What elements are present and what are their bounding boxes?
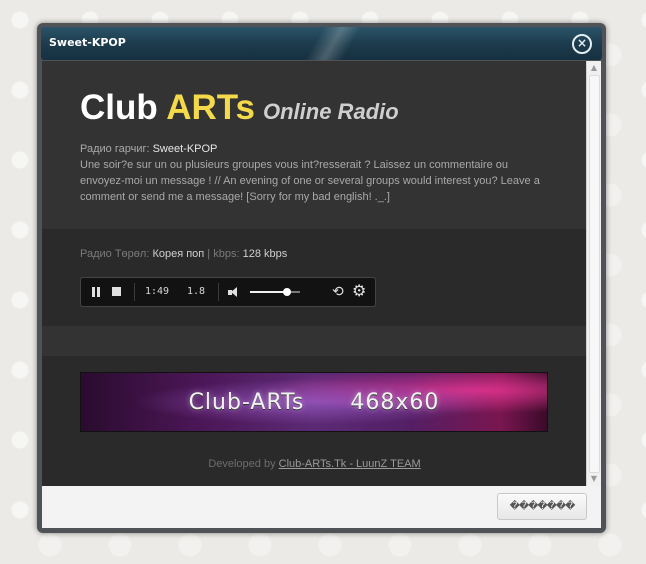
genre-label: Радио Төрөл: xyxy=(80,248,153,260)
station-title-label: Радио гарчиг: xyxy=(80,143,153,155)
kbps-label: kbps: xyxy=(213,248,243,260)
vertical-scrollbar[interactable]: ▲ ▼ xyxy=(586,61,601,486)
content-area: Club ARTs Online Radio Радио гарчиг: Swee… xyxy=(42,61,601,486)
station-title-value: Sweet-KPOP xyxy=(152,143,218,155)
kbps-value: 128 kbps xyxy=(242,248,288,260)
logo-club: Club xyxy=(80,88,167,127)
playback-rate: 1.8 xyxy=(187,286,206,297)
gear-icon[interactable]: ⚙ xyxy=(352,283,366,299)
stop-icon[interactable] xyxy=(112,287,121,296)
banner-section: Club-ARTs 468x60 Developed by Club-ARTs.T… xyxy=(42,356,587,486)
window-title: Sweet-KPOP xyxy=(49,36,126,49)
description-text: Une soir?e sur un ou plusieurs groupes v… xyxy=(80,159,540,203)
credits-prefix: Developed by xyxy=(208,458,279,470)
audio-player: 1:49 1.8 ⟲ ⚙ xyxy=(80,277,376,307)
scroll-up-icon[interactable]: ▲ xyxy=(589,63,599,73)
volume-fill xyxy=(250,291,287,293)
close-icon: × xyxy=(576,36,588,50)
logo-subtitle: Online Radio xyxy=(263,99,399,124)
banner-text: Club-ARTs 468x60 xyxy=(81,390,547,415)
banner-left-text: Club-ARTs xyxy=(188,390,305,415)
genre-value: Корея поп xyxy=(152,248,205,260)
station-description: Радио гарчиг: Sweet-KPOP Une soir?e sur … xyxy=(80,141,550,205)
player-divider xyxy=(218,283,219,301)
repeat-icon[interactable]: ⟲ xyxy=(332,284,344,300)
divider-strip xyxy=(42,326,587,356)
credits-line: Developed by Club-ARTs.Tk - LuunZ TEAM xyxy=(42,458,587,470)
site-logo: Club ARTs Online Radio xyxy=(80,88,399,128)
volume-icon[interactable] xyxy=(228,286,242,298)
header-section: Club ARTs Online Radio Радио гарчиг: Swee… xyxy=(42,61,587,229)
club-arts-banner[interactable]: Club-ARTs 468x60 xyxy=(80,372,548,432)
scroll-down-icon[interactable]: ▼ xyxy=(589,474,599,484)
info-separator: | xyxy=(204,248,214,260)
player-section: Радио Төрөл: Корея поп | kbps: 128 kbps … xyxy=(42,229,587,326)
radio-dialog: Sweet-KPOP × Club ARTs Online Radio Радио… xyxy=(37,23,606,533)
player-divider xyxy=(134,283,135,301)
credits-link[interactable]: Club-ARTs.Tk - LuunZ TEAM xyxy=(279,458,421,470)
elapsed-time: 1:49 xyxy=(145,286,170,297)
station-info-line: Радио Төрөл: Корея поп | kbps: 128 kbps xyxy=(80,248,287,260)
title-bar[interactable]: Sweet-KPOP × xyxy=(41,27,602,60)
banner-right-text: 468x60 xyxy=(350,390,440,415)
close-dialog-button[interactable]: ������� xyxy=(497,493,587,520)
scroll-thumb[interactable] xyxy=(589,75,600,473)
dialog-footer: ������� xyxy=(42,486,601,528)
volume-slider[interactable] xyxy=(250,288,300,296)
close-button[interactable]: × xyxy=(572,34,592,54)
pause-icon[interactable] xyxy=(91,287,101,297)
logo-arts: ARTs xyxy=(166,88,255,127)
volume-knob[interactable] xyxy=(283,288,291,296)
